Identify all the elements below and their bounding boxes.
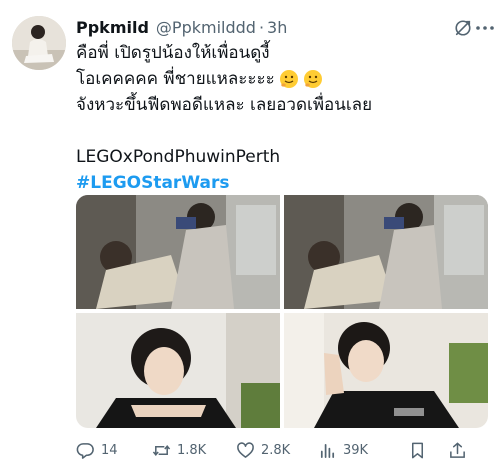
tweet-line: โอเคคคคค พี่ชายแหละะะะ: [76, 69, 275, 89]
views-button[interactable]: 39K: [318, 441, 408, 460]
media-grid: [76, 195, 488, 428]
photo-4[interactable]: [284, 313, 488, 428]
tweet-line: คือพี่ เปิดรูปน้องให้เพื่อนดูงี้: [76, 43, 270, 63]
reply-count: 14: [101, 442, 118, 458]
tweet-text: คือพี่ เปิดรูปน้องให้เพื่อนดูงี้ โอเคคคค…: [76, 40, 486, 196]
grok-icon[interactable]: [454, 19, 472, 37]
reply-button[interactable]: 14: [76, 441, 152, 460]
reply-icon: [76, 442, 94, 459]
repost-count: 1.8K: [177, 442, 207, 458]
views-chart-icon: [320, 443, 335, 458]
action-bar: 14 1.8K 2.8K 39K: [76, 436, 496, 464]
display-name[interactable]: Ppkmild: [76, 18, 149, 37]
like-count: 2.8K: [261, 442, 291, 458]
bookmark-icon: [411, 442, 424, 458]
more-options-icon[interactable]: [474, 20, 496, 36]
tag-line: LEGOxPondPhuwinPerth: [76, 147, 281, 167]
slightly-smiling-face-icon: [303, 69, 323, 89]
avatar-image: [12, 16, 66, 70]
user-handle[interactable]: @Ppkmilddd: [156, 18, 256, 37]
bookmark-button[interactable]: [408, 441, 448, 460]
tweet-line: จังหวะขึ้นฟีดพอดีแหละ เลยอวดเพื่อนเลย: [76, 95, 373, 115]
share-icon: [450, 441, 465, 458]
slightly-smiling-face-icon: [279, 69, 299, 89]
heart-icon: [237, 441, 254, 458]
avatar[interactable]: [12, 16, 66, 70]
like-button[interactable]: 2.8K: [236, 441, 318, 460]
hashtag-link[interactable]: #LEGOStarWars: [76, 170, 486, 196]
photo-1[interactable]: [76, 195, 280, 309]
separator-dot: ·: [258, 17, 265, 37]
tweet-line-with-emoji: โอเคคคคค พี่ชายแหละะะะ: [76, 66, 486, 92]
view-count: 39K: [343, 442, 369, 458]
photo-2[interactable]: [284, 195, 488, 309]
photo-3[interactable]: [76, 313, 280, 428]
repost-button[interactable]: 1.8K: [152, 441, 236, 460]
tweet-header: Ppkmild @Ppkmilddd · 3h: [76, 16, 490, 38]
repost-icon: [152, 444, 171, 456]
share-button[interactable]: [448, 441, 478, 460]
line-break: [76, 118, 486, 144]
timestamp[interactable]: 3h: [267, 18, 287, 37]
